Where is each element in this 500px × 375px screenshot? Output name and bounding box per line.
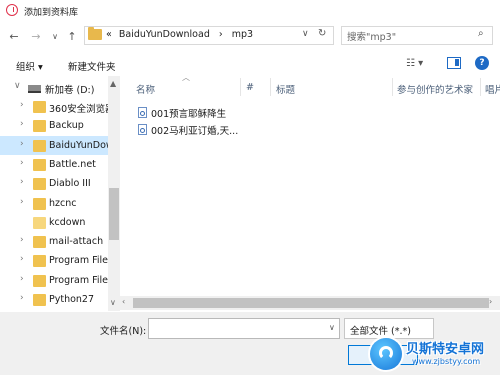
new-folder-button[interactable]: 新建文件夹 xyxy=(68,59,116,73)
tree-item-label: kcdown xyxy=(49,216,86,228)
breadcrumb-separator[interactable]: › xyxy=(219,29,223,40)
organize-button[interactable]: 组织 ▾ xyxy=(16,59,43,73)
column-divider[interactable] xyxy=(480,78,481,96)
forward-button[interactable]: → xyxy=(30,30,42,44)
scroll-up-icon[interactable]: ▲ xyxy=(110,79,116,88)
audio-file-icon xyxy=(138,107,147,118)
audio-file-icon xyxy=(138,124,147,135)
column-header-number[interactable]: # xyxy=(246,82,254,93)
chevron-right-icon[interactable]: › xyxy=(20,274,24,284)
watermark-url: www.zjbstyy.com xyxy=(412,357,481,366)
tree-item[interactable]: › BaiduYunDow xyxy=(0,135,114,155)
column-divider[interactable] xyxy=(270,78,271,96)
chevron-right-icon[interactable]: › xyxy=(20,254,24,264)
breadcrumb-overflow[interactable]: « xyxy=(106,29,112,40)
sort-ascending-icon: ︿ xyxy=(182,73,190,82)
view-options-icon[interactable]: ☷ ▾ xyxy=(406,58,423,69)
filename-label: 文件名(N): xyxy=(100,326,147,337)
drive-icon xyxy=(28,85,41,93)
list-item[interactable]: 001预言耶稣降生 xyxy=(136,106,236,120)
folder-icon xyxy=(33,158,46,171)
help-icon[interactable]: ? xyxy=(475,56,489,70)
tree-item[interactable]: › hzcnc xyxy=(0,194,108,213)
chevron-right-icon[interactable]: › xyxy=(20,177,24,187)
watermark-logo-icon xyxy=(370,338,402,370)
column-header-title[interactable]: 标题 xyxy=(276,82,295,96)
navigation-tree: ∨ 新加卷 (D:) › 360安全浏览器 › Backup › BaiduYunDow ›… xyxy=(0,76,120,311)
tree-item-label: Program Files xyxy=(49,255,113,267)
file-type-value: 全部文件 (*.*) xyxy=(350,326,411,337)
tree-item-label: BaiduYunDow xyxy=(49,139,114,151)
tree-item-label: Backup xyxy=(49,120,84,132)
chevron-right-icon[interactable]: › xyxy=(20,197,24,207)
column-header-name[interactable]: 名称 xyxy=(136,82,155,96)
history-dropdown-icon[interactable]: ∨ xyxy=(49,30,61,44)
folder-icon xyxy=(33,101,46,113)
folder-icon xyxy=(33,197,46,210)
chevron-down-icon[interactable]: ∨ xyxy=(329,323,335,332)
scroll-down-icon[interactable]: ∨ xyxy=(110,298,116,307)
breadcrumb[interactable]: « BaiduYunDownload › mp3 xyxy=(106,29,253,40)
folder-icon xyxy=(33,120,46,133)
column-divider[interactable] xyxy=(240,78,241,96)
back-button[interactable]: ← xyxy=(8,30,20,44)
folder-icon xyxy=(33,255,46,268)
tree-item-label: Diablo III xyxy=(49,178,91,190)
tree-item[interactable]: › Backup xyxy=(0,116,108,135)
chevron-right-icon[interactable]: › xyxy=(20,235,24,245)
tree-item[interactable]: › Python27 xyxy=(0,290,108,309)
up-button[interactable]: ↑ xyxy=(66,30,78,44)
breadcrumb-baiduyundownload[interactable]: BaiduYunDownload xyxy=(119,29,210,40)
scroll-right-icon[interactable]: › xyxy=(489,297,492,306)
file-name: 002马利亚订婚,天... xyxy=(151,126,239,137)
refresh-icon[interactable]: ↻ xyxy=(318,28,326,39)
folder-icon xyxy=(33,216,46,229)
address-dropdown-icon[interactable]: ∨ xyxy=(302,29,309,39)
folder-icon xyxy=(33,236,46,249)
tree-item-label: mail-attach xyxy=(49,236,104,248)
file-name: 001预言耶稣降生 xyxy=(151,109,227,120)
tree-item-label: Battle.net xyxy=(49,158,96,170)
tree-item-label: hzcnc xyxy=(49,197,77,209)
folder-icon xyxy=(33,294,46,306)
watermark-title: 贝斯特安卓网 xyxy=(406,342,485,357)
tree-item[interactable]: › Battle.net xyxy=(0,155,108,174)
chevron-right-icon[interactable]: › xyxy=(20,139,24,149)
column-divider[interactable] xyxy=(392,78,393,96)
breadcrumb-mp3[interactable]: mp3 xyxy=(232,29,253,40)
tree-item-label: 360安全浏览器 xyxy=(49,104,115,115)
chevron-right-icon[interactable]: › xyxy=(20,119,24,129)
window-title: 添加到资料库 xyxy=(24,8,79,18)
tree-item[interactable]: kcdown xyxy=(0,213,108,232)
scroll-left-icon[interactable]: ‹ xyxy=(122,297,125,306)
tree-item-drive-d[interactable]: ∨ 新加卷 (D:) xyxy=(0,78,108,97)
tree-item[interactable]: › Program Files xyxy=(0,251,113,270)
tree-scrollbar-thumb[interactable] xyxy=(109,188,119,240)
tree-item[interactable]: › Diablo III xyxy=(0,174,108,193)
chevron-down-icon[interactable]: ∨ xyxy=(14,81,21,91)
tree-item[interactable]: › mail-attach xyxy=(0,232,108,251)
tree-item[interactable]: › 360安全浏览器 xyxy=(0,97,115,116)
chevron-right-icon[interactable]: › xyxy=(20,158,24,168)
tree-item[interactable]: › Program Files xyxy=(0,271,113,290)
column-header-artist[interactable]: 参与创作的艺术家 xyxy=(397,82,473,96)
column-header-album[interactable]: 唱片 xyxy=(485,82,500,96)
folder-icon xyxy=(33,274,46,287)
horizontal-scrollbar-thumb[interactable] xyxy=(133,298,489,308)
folder-icon xyxy=(33,178,46,191)
tree-item-label: 新加卷 (D:) xyxy=(45,85,95,96)
preview-pane-icon[interactable] xyxy=(447,57,461,69)
itunes-icon xyxy=(6,4,18,16)
chevron-right-icon[interactable]: › xyxy=(20,293,24,303)
filename-input[interactable] xyxy=(148,318,340,339)
list-item[interactable]: 002马利亚订婚,天... xyxy=(136,123,239,137)
chevron-right-icon[interactable]: › xyxy=(20,100,24,110)
folder-icon xyxy=(33,139,46,152)
search-icon[interactable]: ⌕ xyxy=(478,28,484,39)
search-placeholder[interactable]: 搜索"mp3" xyxy=(347,29,396,43)
tree-item-label: Program Files xyxy=(49,274,113,286)
folder-icon xyxy=(88,27,102,40)
tree-item-label: Python27 xyxy=(49,294,95,305)
